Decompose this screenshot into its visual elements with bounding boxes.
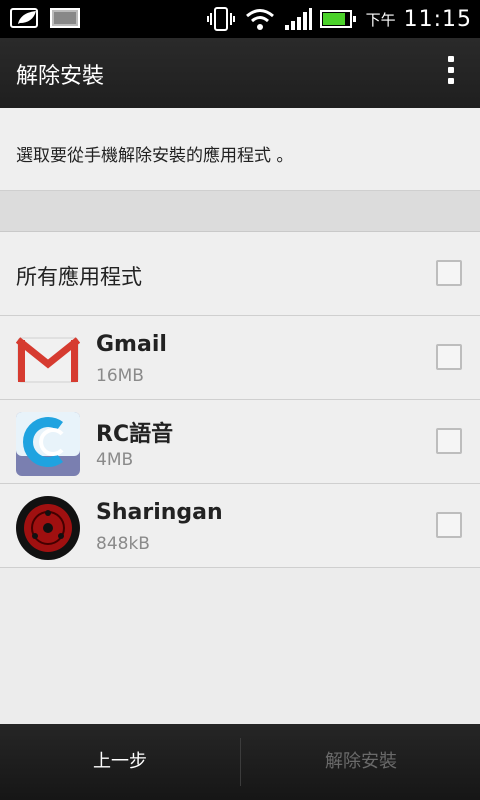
rc-voice-icon: [16, 412, 80, 476]
leaf-sync-icon: [10, 8, 38, 28]
instruction-panel: 選取要從手機解除安裝的應用程式 。: [0, 108, 480, 191]
app-size: 4MB: [96, 450, 134, 470]
select-all-row[interactable]: 所有應用程式: [0, 232, 480, 316]
select-all-label: 所有應用程式: [16, 265, 142, 289]
app-name: RC語音: [96, 422, 174, 447]
app-row-rc-voice[interactable]: RC語音 4MB: [0, 400, 480, 484]
app-checkbox[interactable]: [436, 512, 462, 538]
action-bar: 解除安裝: [0, 38, 480, 108]
app-size: 16MB: [96, 366, 144, 386]
gallery-icon: [50, 8, 80, 28]
am-pm-label: 下午: [365, 10, 396, 29]
wifi-icon: [245, 9, 274, 30]
notification-icons: [10, 7, 80, 29]
clock: 11:15: [403, 6, 472, 32]
section-divider: [0, 191, 480, 232]
sharingan-icon: [16, 496, 80, 560]
page-title: 解除安裝: [16, 64, 105, 89]
battery-icon: [319, 10, 356, 28]
uninstall-button[interactable]: 解除安裝: [241, 724, 480, 800]
app-row-gmail[interactable]: Gmail 16MB: [0, 316, 480, 400]
overflow-menu-icon[interactable]: [446, 56, 456, 90]
select-all-checkbox[interactable]: [436, 260, 462, 286]
back-button[interactable]: 上一步: [0, 724, 240, 800]
instruction-text: 選取要從手機解除安裝的應用程式 。: [16, 146, 294, 166]
app-checkbox[interactable]: [436, 344, 462, 370]
bottom-bar: 上一步 解除安裝: [0, 724, 480, 800]
app-name: Gmail: [96, 332, 167, 357]
app-name: Sharingan: [96, 500, 223, 525]
app-checkbox[interactable]: [436, 428, 462, 454]
app-size: 848kB: [96, 534, 150, 554]
vibrate-icon: [206, 7, 235, 31]
app-row-sharingan[interactable]: Sharingan 848kB: [0, 484, 480, 568]
gmail-icon: [16, 337, 80, 383]
status-bar: 下午 11:15: [0, 0, 480, 38]
signal-icon: [284, 8, 312, 30]
